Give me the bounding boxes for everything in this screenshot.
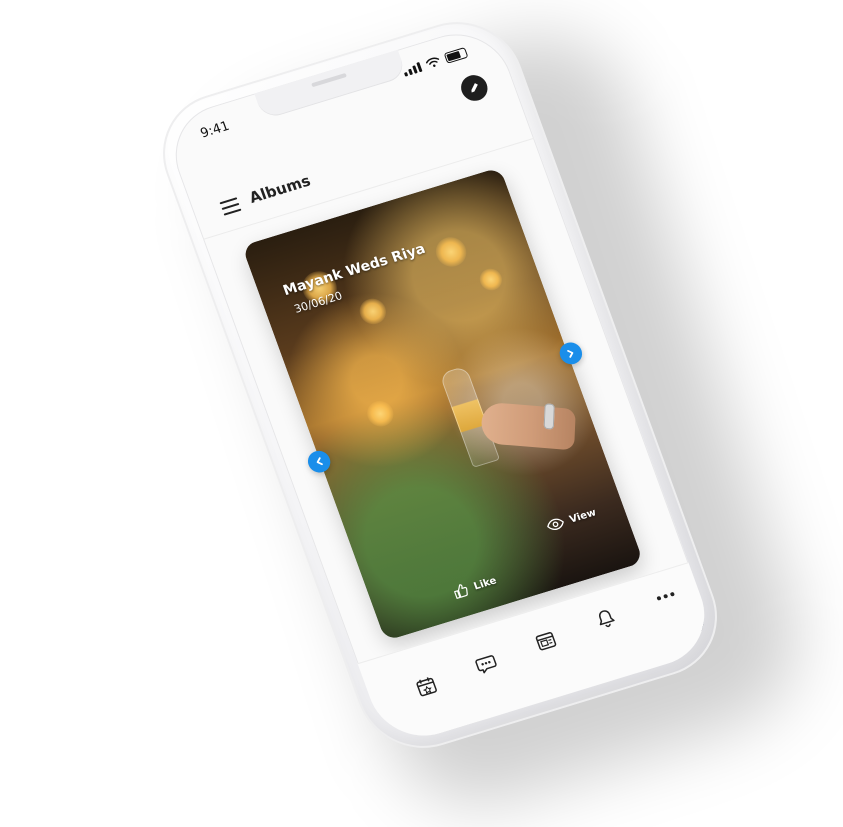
media-icon: [535, 632, 557, 651]
chat-icon: [475, 655, 497, 674]
pencil-icon: [471, 83, 478, 93]
view-action[interactable]: View: [545, 506, 598, 532]
nav-media[interactable]: [529, 625, 563, 657]
signal-icon: [402, 61, 423, 77]
nav-chat[interactable]: [469, 648, 503, 680]
wifi-icon: [425, 57, 440, 67]
chevron-left-icon: [316, 457, 323, 466]
status-icons: [402, 47, 469, 77]
view-label: View: [567, 506, 598, 526]
menu-button[interactable]: [219, 197, 242, 216]
nav-notifications[interactable]: [589, 603, 623, 635]
menu-line: [223, 208, 242, 216]
like-action[interactable]: Like: [450, 573, 498, 601]
edit-button[interactable]: [457, 71, 492, 105]
calendar-icon: [416, 677, 437, 697]
bokeh-light: [355, 295, 390, 328]
bokeh-light: [363, 397, 398, 430]
nav-more[interactable]: [649, 580, 683, 612]
more-icon: [656, 591, 675, 601]
hand-shape: [480, 401, 576, 451]
eye-icon: [545, 516, 566, 533]
chevron-right-icon: [567, 349, 574, 358]
status-time: 9:41: [198, 118, 232, 142]
album-card[interactable]: Mayank Weds Riya 30/06/20 View Like: [241, 166, 644, 642]
album-title: Mayank Weds Riya: [281, 240, 428, 300]
page-title: Albums: [246, 171, 313, 207]
nav-calendar[interactable]: [409, 670, 443, 702]
like-label: Like: [472, 574, 498, 593]
bokeh-light: [476, 265, 506, 294]
bell-icon: [598, 610, 615, 628]
watch-shape: [543, 403, 555, 430]
battery-icon: [443, 47, 469, 64]
thumbs-up-icon: [450, 581, 471, 601]
bokeh-light: [431, 233, 471, 271]
